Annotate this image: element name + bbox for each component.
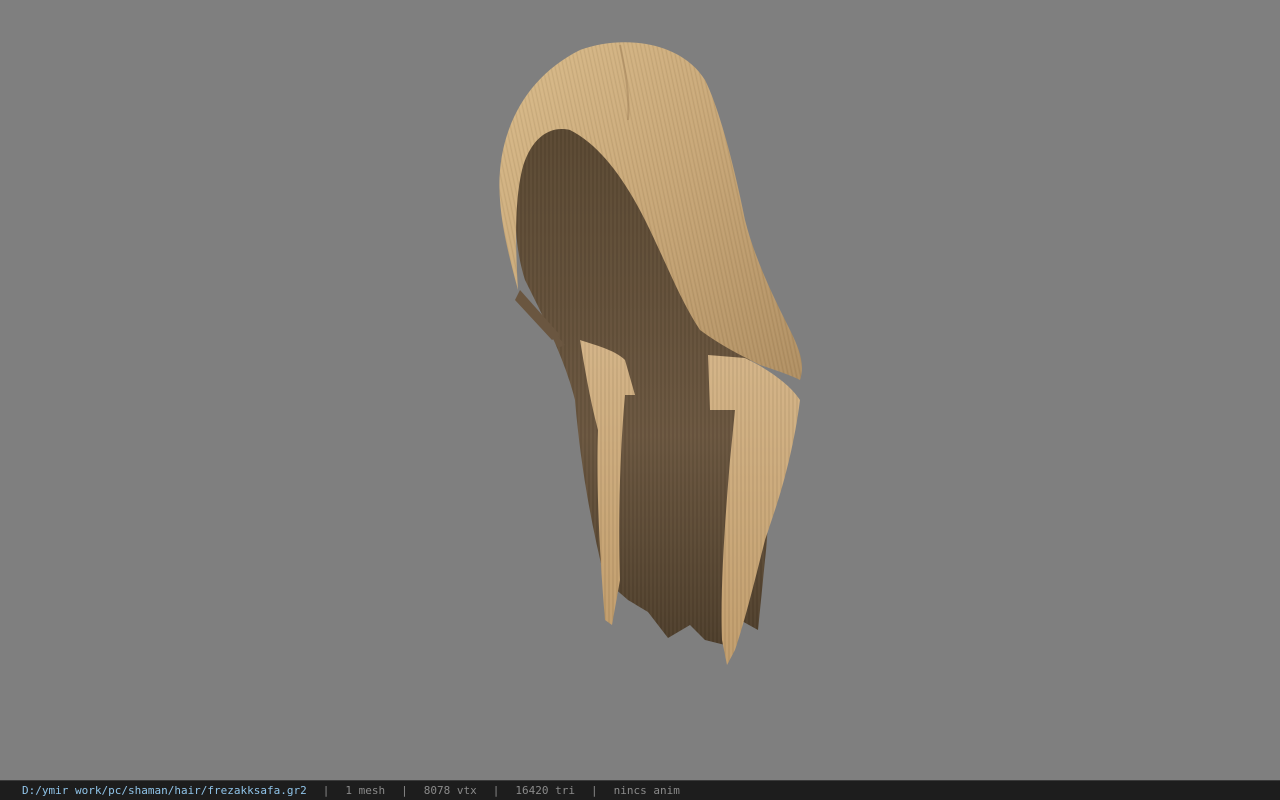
triangle-count: 16420 tri bbox=[515, 784, 575, 797]
separator: | bbox=[401, 784, 408, 797]
separator: | bbox=[492, 784, 500, 797]
3d-viewport[interactable] bbox=[0, 0, 1280, 780]
anim-status: nincs anim bbox=[613, 784, 680, 797]
status-bar: D:/ymir work/pc/shaman/hair/frezakksafa.… bbox=[0, 780, 1280, 800]
hair-model[interactable] bbox=[0, 0, 1280, 780]
mesh-count: 1 mesh bbox=[345, 784, 386, 797]
file-path: D:/ymir work/pc/shaman/hair/frezakksafa.… bbox=[22, 784, 307, 797]
separator: | bbox=[322, 784, 330, 797]
vertex-count: 8078 vtx bbox=[423, 784, 477, 797]
separator: | bbox=[591, 784, 598, 797]
